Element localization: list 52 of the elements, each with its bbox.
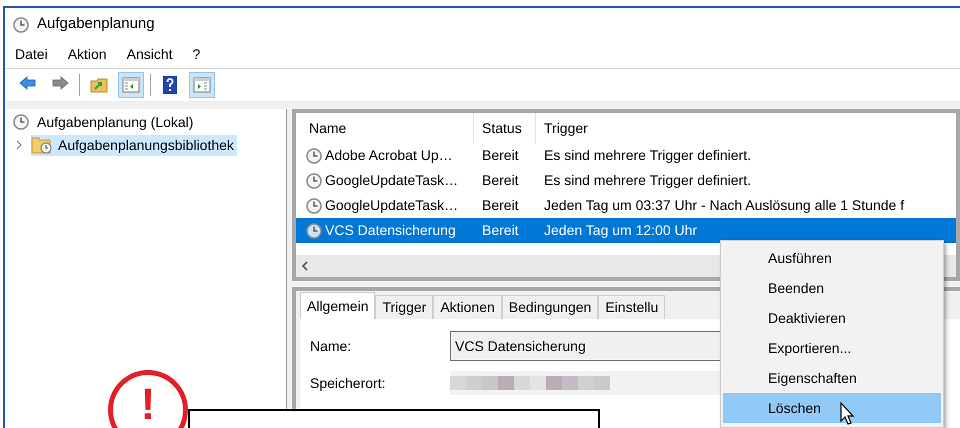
field-label: Name: [310, 336, 352, 356]
table-cell-text: Bereit [481, 221, 520, 240]
pane-button[interactable] [189, 72, 215, 98]
table-cell-text: Jeden Tag um 12:00 Uhr [543, 221, 698, 240]
tab[interactable]: Allgemein [300, 292, 376, 319]
help-icon[interactable] [160, 75, 180, 95]
tab[interactable]: Trigger [375, 295, 434, 319]
clock-icon [306, 198, 322, 214]
table-cell-text: GoogleUpdateTask… [325, 196, 458, 215]
clock-icon [306, 222, 322, 238]
column-header[interactable]: Status [474, 113, 536, 143]
table-cell-text: VCS Datensicherung [325, 221, 456, 240]
menu-item[interactable]: Löschen [723, 393, 941, 423]
menu-item[interactable]: Deaktivieren [723, 303, 941, 333]
table-cell-text: Es sind mehrere Trigger definiert. [543, 171, 751, 190]
tab[interactable]: Einstellu [598, 295, 666, 319]
menu-item[interactable]: Datei [15, 44, 48, 65]
pane-button[interactable] [118, 72, 144, 98]
menu-item[interactable]: Aktion [68, 44, 107, 65]
table-cell-text: Jeden Tag um 03:37 Uhr - Nach Auslösung alle 1 Stunde f [543, 196, 904, 215]
table-row[interactable]: GoogleUpdateTask… Bereit Es sind mehrere Trigger definiert. [296, 168, 956, 193]
table-row[interactable]: VCS Datensicherung Bereit Jeden Tag um 12:00 Uhr [296, 218, 956, 243]
clock-icon [306, 148, 322, 164]
exclamation-mark: ! [140, 383, 156, 428]
table-row[interactable]: GoogleUpdateTask… Bereit Jeden Tag um 03:37 Uhr - Nach Auslösung alle 1 Stunde f [296, 193, 956, 218]
tree-item[interactable]: Aufgabenplanung (Lokal) [35, 112, 196, 132]
table-row[interactable]: Adobe Acrobat Up… Bereit Es sind mehrere Trigger definiert. [296, 143, 956, 168]
table-cell-text: Es sind mehrere Trigger definiert. [543, 146, 751, 165]
table-cell-text: Adobe Acrobat Up… [325, 146, 453, 165]
folder-clock-icon [31, 135, 53, 155]
table-cell-text: Bereit [481, 196, 520, 215]
menu-item[interactable]: Ansicht [126, 44, 173, 65]
table-cell-text: Bereit [481, 146, 520, 165]
mouse-cursor-icon [840, 402, 856, 426]
column-header[interactable]: Trigger [536, 113, 956, 143]
menu-item[interactable]: ? [192, 44, 200, 65]
tab[interactable]: Aktionen [433, 295, 502, 319]
table-cell-text: Bereit [481, 171, 520, 190]
clock-icon [13, 16, 29, 32]
tree-item[interactable]: Aufgabenplanungsbibliothek [31, 134, 237, 156]
clock-icon [306, 172, 322, 188]
clock-icon [13, 114, 29, 130]
column-header[interactable]: Name [296, 113, 474, 143]
menu-item[interactable]: Ausführen [723, 243, 941, 273]
scroll-left-icon[interactable] [301, 261, 309, 271]
menu-item[interactable]: Eigenschaften [723, 363, 941, 393]
menu-item[interactable]: Beenden [723, 273, 941, 303]
field-label: Speicherort: [310, 374, 386, 393]
window-title: Aufgabenplanung [37, 14, 155, 34]
tab[interactable]: Bedingungen [502, 295, 598, 319]
collapsed-chevron-icon[interactable] [15, 140, 23, 150]
table-cell-text: GoogleUpdateTask… [325, 171, 458, 190]
